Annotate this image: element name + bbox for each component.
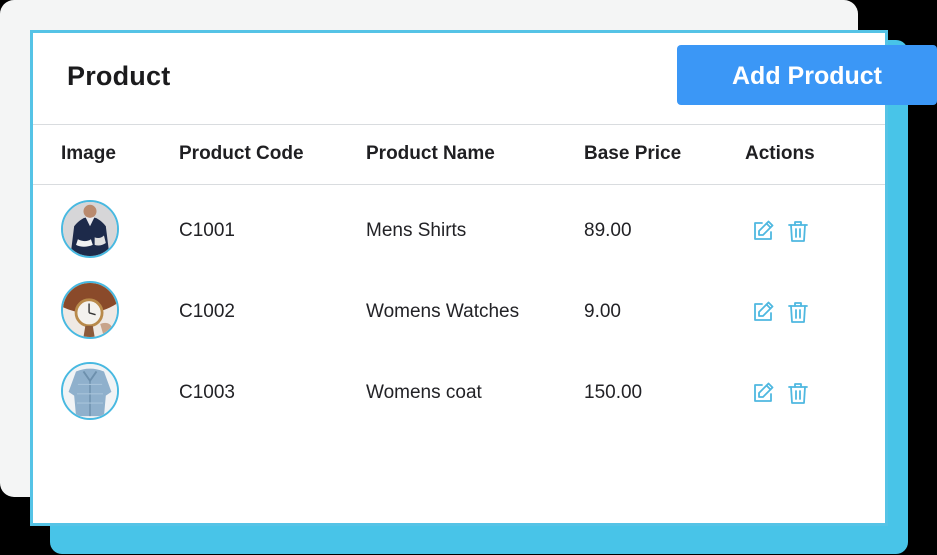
product-code: C1001 <box>179 220 235 241</box>
trash-icon[interactable] <box>786 300 810 324</box>
product-name: Womens coat <box>366 382 482 403</box>
table-header-divider <box>33 184 885 185</box>
edit-icon[interactable] <box>751 381 775 405</box>
table-row: C1003 Womens coat 150.00 <box>33 352 885 433</box>
edit-icon[interactable] <box>751 300 775 324</box>
table-row: C1002 Womens Watches 9.00 <box>33 271 885 352</box>
product-name: Mens Shirts <box>366 220 467 241</box>
edit-icon[interactable] <box>751 219 775 243</box>
base-price: 150.00 <box>584 382 643 403</box>
womens-coat-photo <box>61 362 119 420</box>
base-price: 9.00 <box>584 301 621 322</box>
column-header-actions: Actions <box>745 143 815 164</box>
column-header-image: Image <box>61 143 116 164</box>
table-row: C1001 Mens Shirts 89.00 <box>33 190 885 271</box>
womens-watch-photo <box>61 281 119 339</box>
trash-icon[interactable] <box>786 219 810 243</box>
trash-icon[interactable] <box>786 381 810 405</box>
column-header-product-code: Product Code <box>179 143 304 164</box>
mens-shirt-photo <box>61 200 119 258</box>
product-code: C1003 <box>179 382 235 403</box>
add-product-button[interactable]: Add Product <box>677 45 937 105</box>
product-name: Womens Watches <box>366 301 520 322</box>
stage: Product Image Product Code Product Name … <box>0 0 937 555</box>
page-title: Product <box>67 61 171 91</box>
title-divider <box>33 124 885 125</box>
base-price: 89.00 <box>584 220 632 241</box>
product-code: C1002 <box>179 301 235 322</box>
column-header-product-name: Product Name <box>366 143 495 164</box>
column-header-base-price: Base Price <box>584 143 682 164</box>
